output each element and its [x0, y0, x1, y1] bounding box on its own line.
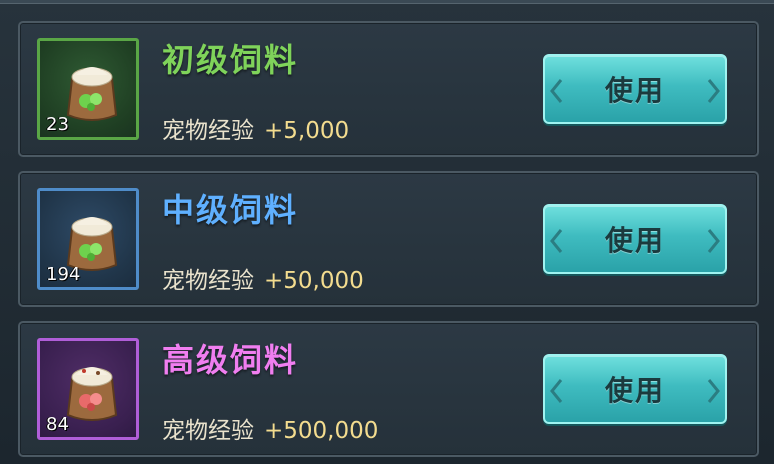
- feed-item-row-basic: 23 初级饲料 宠物经验 +5,000 使用: [18, 21, 759, 157]
- item-count: 84: [46, 414, 69, 435]
- use-button[interactable]: 使用: [543, 204, 727, 274]
- feed-item-row-intermediate: 194 中级饲料 宠物经验 +50,000 使用: [18, 171, 759, 307]
- item-name: 高级饲料: [162, 341, 299, 379]
- panel-top-border: [0, 0, 774, 4]
- item-name: 中级饲料: [162, 191, 299, 229]
- feed-bag-icon: [66, 67, 118, 121]
- exp-label: 宠物经验: [162, 268, 254, 294]
- exp-value: +50,000: [264, 268, 364, 294]
- exp-value: +500,000: [264, 418, 379, 444]
- exp-label: 宠物经验: [162, 418, 254, 444]
- chevron-right-icon: [707, 79, 720, 103]
- item-slot-advanced-feed[interactable]: 84: [37, 338, 139, 440]
- exp-label: 宠物经验: [162, 118, 254, 144]
- item-exp-line: 宠物经验 +50,000: [162, 261, 364, 295]
- feed-bag-icon: [66, 367, 118, 421]
- use-button-label: 使用: [604, 74, 665, 107]
- item-exp-line: 宠物经验 +500,000: [162, 411, 378, 445]
- item-count: 23: [46, 114, 69, 135]
- item-slot-basic-feed[interactable]: 23: [37, 38, 139, 140]
- pet-feed-panel: 23 初级饲料 宠物经验 +5,000 使用 194 中级饲料 宠物经验 +50…: [0, 0, 774, 464]
- use-button[interactable]: 使用: [543, 354, 727, 424]
- item-count: 194: [46, 264, 81, 285]
- use-button-label: 使用: [604, 374, 665, 407]
- use-button[interactable]: 使用: [543, 54, 727, 124]
- chevron-right-icon: [707, 379, 720, 403]
- exp-value: +5,000: [264, 118, 350, 144]
- chevron-right-icon: [707, 229, 720, 253]
- use-button-label: 使用: [604, 224, 665, 257]
- feed-item-row-advanced: 84 高级饲料 宠物经验 +500,000 使用: [18, 321, 759, 457]
- item-slot-intermediate-feed[interactable]: 194: [37, 188, 139, 290]
- item-name: 初级饲料: [162, 41, 299, 79]
- item-exp-line: 宠物经验 +5,000: [162, 111, 349, 145]
